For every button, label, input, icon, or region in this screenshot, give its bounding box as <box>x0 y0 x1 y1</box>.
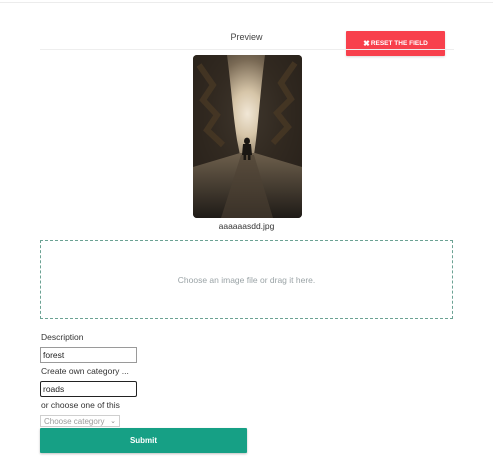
choose-category-label: or choose one of this <box>41 400 120 410</box>
dropzone-text: Choose an image file or drag it here. <box>177 274 316 285</box>
category-select-value: Choose category <box>44 416 105 426</box>
file-name: aaaaaasdd.jpg <box>218 221 275 231</box>
chevron-down-icon: ⌄ <box>110 418 116 425</box>
category-select[interactable]: Choose category ⌄ <box>40 415 120 427</box>
description-label: Description <box>41 332 84 342</box>
reset-field-label: RESET THE FIELD <box>370 40 428 47</box>
reset-field-button[interactable]: ✖ RESET THE FIELD <box>346 31 445 56</box>
own-category-label: Create own category ... <box>41 366 129 376</box>
submit-button[interactable]: Submit <box>40 428 247 453</box>
preview-image <box>193 55 302 218</box>
close-icon: ✖ <box>363 39 370 48</box>
description-input[interactable] <box>40 347 137 363</box>
own-category-input[interactable] <box>40 381 137 397</box>
preview-divider <box>40 49 454 50</box>
image-dropzone[interactable]: Choose an image file or drag it here. <box>40 240 453 319</box>
top-divider <box>0 2 493 3</box>
